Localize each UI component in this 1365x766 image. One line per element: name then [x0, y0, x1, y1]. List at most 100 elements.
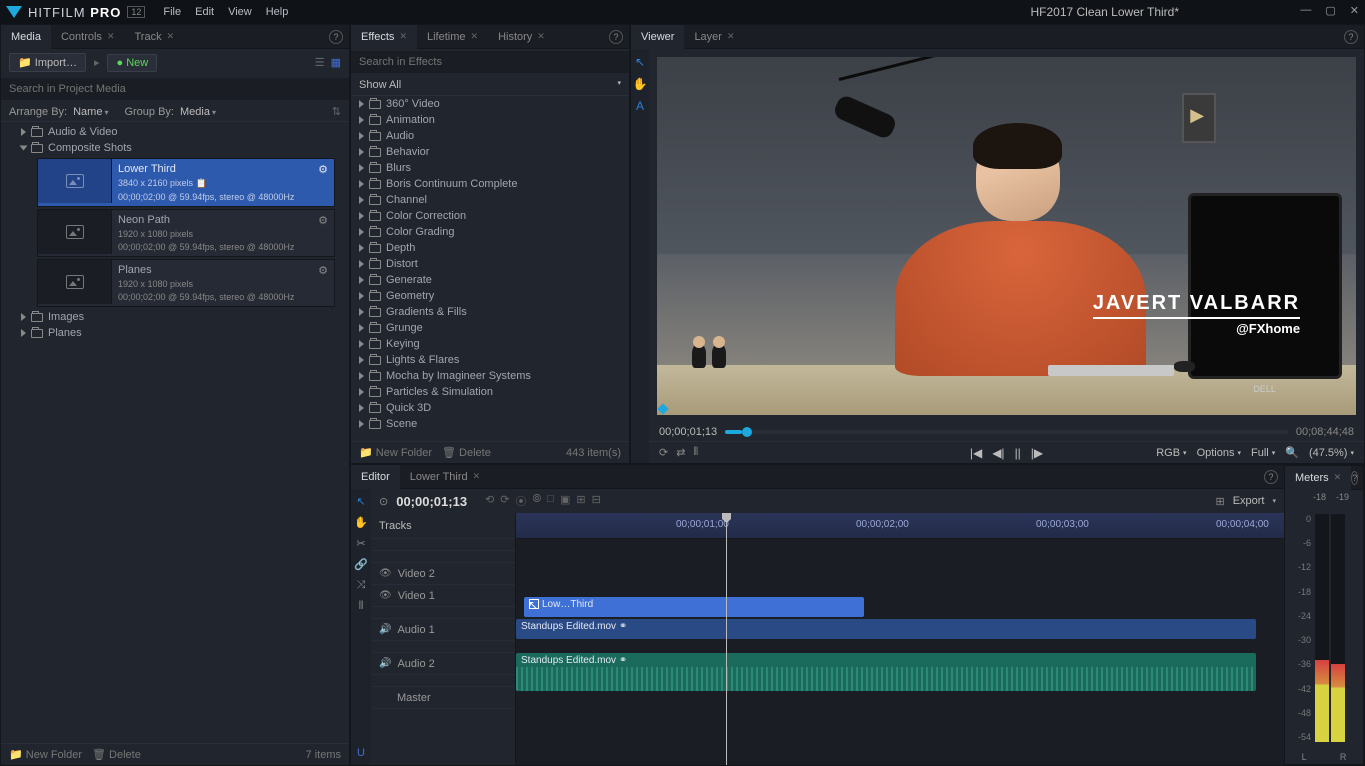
folder-images[interactable]: Images	[1, 309, 349, 325]
tab-lifetime[interactable]: Lifetime✕	[417, 25, 488, 49]
media-item-lower-third[interactable]: Lower Third 3840 x 2160 pixels 📋 00;00;0…	[37, 158, 335, 207]
folder-audio-video[interactable]: Audio & Video	[1, 124, 349, 140]
template-icon[interactable]: ▸	[94, 56, 100, 69]
media-search-input[interactable]	[1, 78, 349, 100]
effect-category[interactable]: Keying	[351, 336, 629, 352]
effect-category[interactable]: Behavior	[351, 144, 629, 160]
effect-category[interactable]: Gradients & Fills	[351, 304, 629, 320]
quality-select[interactable]: Full▾	[1251, 447, 1275, 459]
chevron-down-icon[interactable]: ▾	[617, 79, 621, 91]
zoom-select[interactable]: (47.5%)▾	[1309, 447, 1354, 459]
import-button[interactable]: 📁 Import…	[9, 53, 86, 72]
sort-icon[interactable]: ⇅	[332, 105, 341, 118]
list-view-icon[interactable]: ☰	[315, 56, 325, 69]
magnet-icon[interactable]: U	[357, 747, 365, 759]
media-item-neon-path[interactable]: Neon Path 1920 x 1080 pixels 00;00;02;00…	[37, 209, 335, 257]
effect-category[interactable]: Channel	[351, 192, 629, 208]
tab-editor[interactable]: Editor	[351, 465, 400, 489]
help-icon[interactable]: ?	[1264, 470, 1278, 484]
effect-category[interactable]: Lights & Flares	[351, 352, 629, 368]
prev-frame-icon[interactable]: |◀	[970, 446, 982, 460]
help-icon[interactable]: ?	[1344, 30, 1358, 44]
effect-category[interactable]: Depth	[351, 240, 629, 256]
snap-tool-icon[interactable]: ⫴	[359, 600, 364, 613]
speaker-icon[interactable]: 🔊	[379, 658, 391, 669]
effect-category[interactable]: Animation	[351, 112, 629, 128]
gear-icon[interactable]: ⚙	[318, 163, 328, 176]
minimize-icon[interactable]: —	[1300, 4, 1311, 17]
snap-icon[interactable]: ⫴	[693, 446, 698, 459]
effect-category[interactable]: Color Grading	[351, 224, 629, 240]
tab-lower-third[interactable]: Lower Third✕	[400, 465, 490, 489]
timeline-tracks[interactable]: 00;00;01;00 00;00;02;00 00;00;03;00 00;0…	[516, 513, 1284, 765]
rate-tool-icon[interactable]: ⤨	[357, 579, 366, 592]
tab-media[interactable]: Media	[1, 25, 51, 49]
tl-icon[interactable]: ⦿	[515, 493, 526, 509]
gear-icon[interactable]: ⚙	[318, 264, 328, 277]
loop-icon[interactable]: ⟳	[659, 446, 668, 459]
tl-icon[interactable]: ⊟	[592, 493, 601, 509]
ripple-icon[interactable]: ⇄	[676, 446, 685, 459]
timeline-timecode[interactable]: 00;00;01;13	[396, 494, 467, 509]
timeline-options-icon[interactable]: ⊙	[379, 495, 388, 508]
new-folder-button[interactable]: 📁 New Folder	[359, 446, 432, 459]
track-master[interactable]: Master	[371, 687, 515, 709]
tab-controls[interactable]: Controls✕	[51, 25, 125, 49]
group-by-select[interactable]: Media	[180, 106, 216, 118]
timeline-ruler[interactable]: 00;00;01;00 00;00;02;00 00;00;03;00 00;0…	[516, 513, 1284, 539]
pointer-tool-icon[interactable]: ↖	[635, 55, 645, 69]
effect-category[interactable]: Blurs	[351, 160, 629, 176]
effect-category[interactable]: Audio	[351, 128, 629, 144]
text-tool-icon[interactable]: A	[636, 99, 644, 113]
track-audio1[interactable]: 🔊Audio 1	[371, 619, 515, 641]
tab-viewer[interactable]: Viewer	[631, 25, 684, 49]
eye-icon[interactable]: 👁	[379, 590, 392, 601]
maximize-icon[interactable]: ▢	[1325, 4, 1335, 17]
eye-icon[interactable]: 👁	[379, 568, 392, 579]
zoom-icon[interactable]: 🔍	[1285, 446, 1299, 459]
clip-standups-audio[interactable]: Standups Edited.mov ⚭	[516, 653, 1256, 691]
tl-icon[interactable]: ⟲	[485, 493, 494, 509]
tab-effects[interactable]: Effects✕	[351, 25, 417, 49]
step-back-icon[interactable]: ◀|	[992, 446, 1004, 460]
menu-file[interactable]: File	[163, 6, 181, 18]
effect-category[interactable]: Color Correction	[351, 208, 629, 224]
clip-lower-third[interactable]: Low…Third	[524, 597, 864, 617]
clip-standups-video[interactable]: Standups Edited.mov ⚭	[516, 619, 1256, 639]
pointer-tool-icon[interactable]: ↖	[356, 495, 365, 508]
slice-tool-icon[interactable]: ✂	[356, 537, 365, 550]
tl-icon[interactable]: ⊞	[576, 493, 585, 509]
playhead[interactable]	[726, 513, 727, 765]
gear-icon[interactable]: ⚙	[318, 214, 328, 227]
delete-button[interactable]: 🗑 Delete	[92, 748, 141, 761]
effect-category[interactable]: Particles & Simulation	[351, 384, 629, 400]
track-video1[interactable]: 👁Video 1	[371, 585, 515, 607]
media-item-planes[interactable]: Planes 1920 x 1080 pixels 00;00;02;00 @ …	[37, 259, 335, 307]
delete-button[interactable]: 🗑 Delete	[442, 446, 491, 459]
hand-tool-icon[interactable]: ✋	[354, 516, 368, 529]
effects-search-input[interactable]	[351, 51, 629, 73]
help-icon[interactable]: ?	[329, 30, 343, 44]
new-button[interactable]: ● New	[107, 54, 157, 72]
channel-select[interactable]: RGB▾	[1156, 447, 1186, 459]
tl-icon[interactable]: ⟳	[500, 493, 509, 509]
tab-meters[interactable]: Meters✕	[1285, 466, 1351, 490]
step-fwd-icon[interactable]: |▶	[1031, 446, 1043, 460]
options-select[interactable]: Options▾	[1197, 447, 1241, 459]
tl-icon[interactable]: ⦾	[532, 493, 541, 509]
export-layout-icon[interactable]: ⊞	[1215, 495, 1224, 508]
folder-composite-shots[interactable]: Composite Shots	[1, 140, 349, 156]
effect-category[interactable]: Boris Continuum Complete	[351, 176, 629, 192]
effect-category[interactable]: Mocha by Imagineer Systems	[351, 368, 629, 384]
effect-category[interactable]: Geometry	[351, 288, 629, 304]
folder-planes[interactable]: Planes	[1, 325, 349, 341]
effect-category[interactable]: Generate	[351, 272, 629, 288]
tab-history[interactable]: History✕	[488, 25, 555, 49]
effect-category[interactable]: Quick 3D	[351, 400, 629, 416]
effect-category[interactable]: 360° Video	[351, 96, 629, 112]
help-icon[interactable]: ?	[609, 30, 623, 44]
new-folder-button[interactable]: 📁 New Folder	[9, 748, 82, 761]
effect-category[interactable]: Scene	[351, 416, 629, 432]
effect-category[interactable]: Distort	[351, 256, 629, 272]
help-icon[interactable]: ?	[1351, 471, 1358, 485]
